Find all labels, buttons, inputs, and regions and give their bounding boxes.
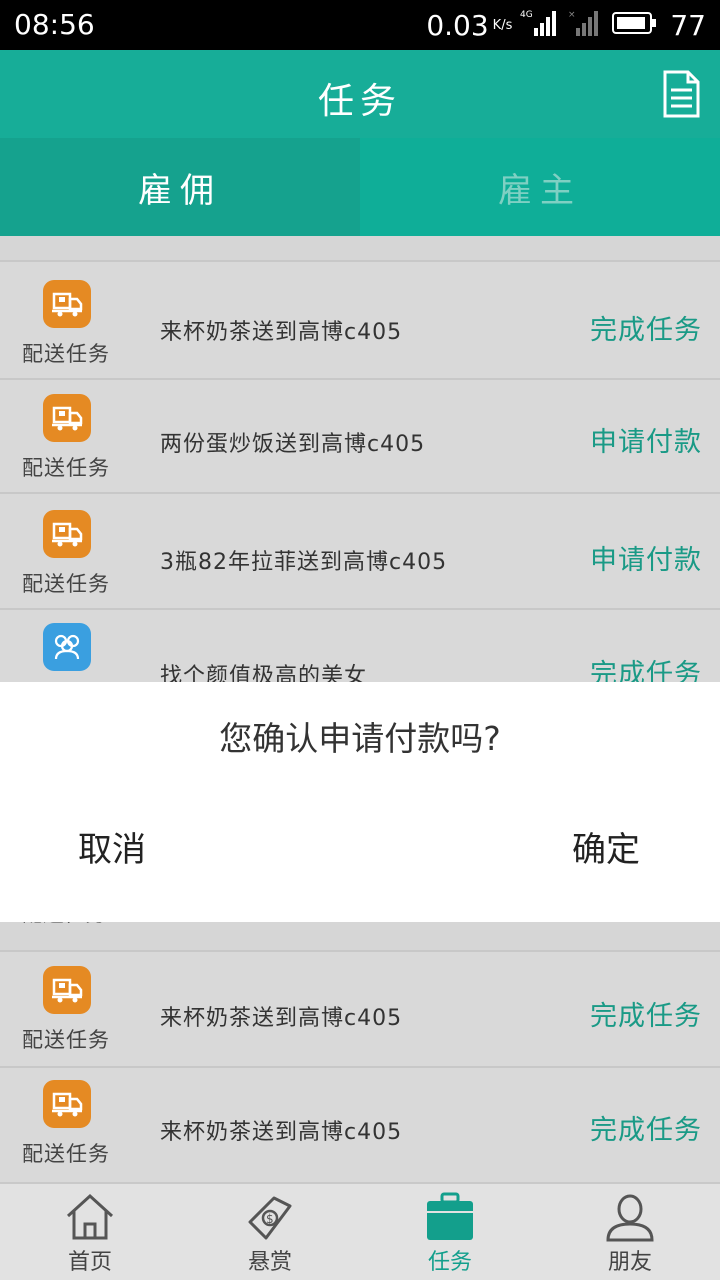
nav-reward[interactable]: $ 悬赏 [180, 1184, 360, 1280]
task-row[interactable]: 找个颜值极高的美女 完成任务 [0, 608, 720, 690]
battery-level: 77 [670, 8, 706, 42]
nav-home[interactable]: 首页 [0, 1184, 180, 1280]
status-time: 08:56 [14, 8, 95, 41]
nav-friends[interactable]: 朋友 [540, 1184, 720, 1280]
nav-reward-label: 悬赏 [247, 1250, 292, 1275]
nav-tasks[interactable]: 任务 [360, 1184, 540, 1280]
task-description: 来杯奶茶送到高博c405 [160, 320, 403, 345]
task-bag-icon [424, 1192, 476, 1242]
task-description: 3瓶82年拉菲送到高博c405 [160, 550, 448, 575]
svg-text:×: × [568, 10, 576, 20]
delivery-truck-icon [43, 966, 91, 1014]
page-title: 任务 [317, 81, 402, 122]
task-description: 来杯奶茶送到高博c405 [160, 1006, 403, 1031]
delivery-truck-icon [43, 280, 91, 328]
nav-friends-label: 朋友 [607, 1250, 652, 1275]
battery-icon [612, 10, 658, 40]
people-group-icon [43, 623, 91, 671]
task-description: 来杯奶茶送到高博c405 [160, 1120, 403, 1145]
task-action-button[interactable]: 完成任务 [590, 994, 702, 1033]
task-action-button[interactable]: 申请付款 [590, 420, 702, 459]
tab-employer[interactable]: 雇主 [360, 138, 720, 236]
tab-employed[interactable]: 雇佣 [0, 138, 360, 236]
document-icon[interactable] [662, 70, 700, 118]
delivery-truck-icon [43, 394, 91, 442]
confirm-dialog: 您确认申请付款吗? 取消 确定 [0, 682, 720, 922]
task-row[interactable]: 配送任务 3瓶82年拉菲送到高博c405 申请付款 [0, 492, 720, 608]
task-type: 配送任务 [22, 1028, 110, 1052]
delivery-truck-icon [43, 510, 91, 558]
task-row[interactable]: 配送任务 两份蛋炒饭送到高博c405 申请付款 [0, 378, 720, 492]
status-bar: 08:56 0.03 K/s 4G × 77 [0, 0, 720, 50]
tab-bar: 雇佣 雇主 [0, 138, 720, 236]
task-action-button[interactable]: 完成任务 [590, 1108, 702, 1147]
task-type: 配送任务 [22, 1142, 110, 1166]
status-indicators: 0.03 K/s 4G × 77 [426, 6, 706, 44]
confirm-button[interactable]: 确定 [572, 822, 640, 871]
task-type: 配送任务 [22, 342, 110, 366]
nav-home-label: 首页 [67, 1250, 112, 1275]
task-row[interactable]: 配送任务 来杯奶茶送到高博c405 完成任务 [0, 950, 720, 1066]
task-row[interactable]: 配送任务 来杯奶茶送到高博c405 完成任务 [0, 260, 720, 378]
reward-money-icon: $ [244, 1192, 296, 1242]
task-row[interactable]: 配送任务 来杯奶茶送到高博c405 完成任务 [0, 1066, 720, 1182]
task-type: 配送任务 [22, 456, 110, 480]
nav-tasks-label: 任务 [427, 1250, 472, 1275]
network-speed: 0.03 [426, 8, 489, 42]
dialog-message: 您确认申请付款吗? [219, 719, 501, 758]
home-icon [64, 1192, 116, 1242]
network-speed-unit: K/s [492, 17, 513, 33]
bottom-nav: 首页 $ 悬赏 任务 朋友 [0, 1182, 720, 1280]
task-description: 两份蛋炒饭送到高博c405 [160, 432, 426, 457]
task-action-button[interactable]: 完成任务 [590, 308, 702, 347]
signal-empty-icon: × [568, 8, 604, 42]
task-type: 配送任务 [22, 572, 110, 596]
person-icon [604, 1192, 656, 1242]
signal-4g-icon: 4G [520, 8, 560, 42]
delivery-truck-icon [43, 1080, 91, 1128]
task-action-button[interactable]: 申请付款 [590, 538, 702, 577]
title-bar: 任务 [0, 50, 720, 138]
cancel-button[interactable]: 取消 [78, 822, 146, 871]
svg-text:$: $ [266, 1212, 274, 1226]
svg-text:4G: 4G [520, 10, 533, 20]
